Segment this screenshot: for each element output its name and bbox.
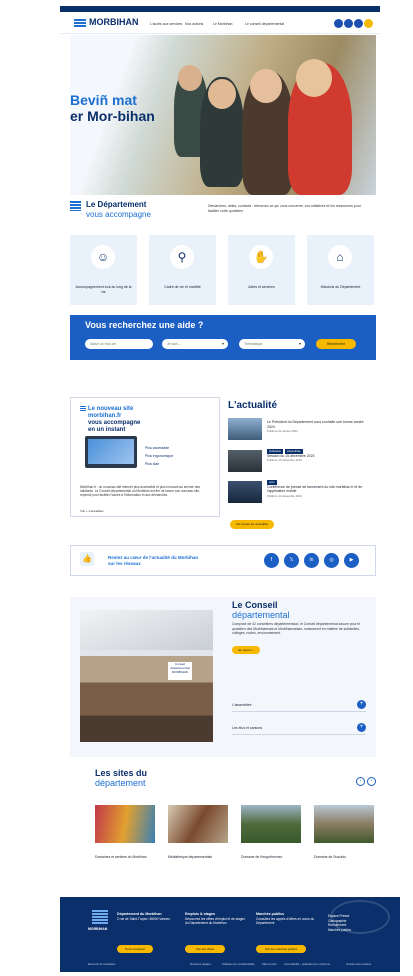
user-icon[interactable] [334, 19, 343, 28]
helping-hand-icon: ✋ [249, 245, 273, 269]
nav-services[interactable]: L'accès aux services [150, 22, 182, 26]
arrow-left-icon[interactable]: ‹ [356, 777, 365, 786]
search-button[interactable]: Rechercher [316, 339, 356, 349]
laptop-illustration [85, 436, 137, 468]
card-cadre-de-vie[interactable]: ⚲ Cadre de vie et mobilité [149, 235, 216, 305]
newsletter-link[interactable]: Recevoir la newsletter [88, 962, 116, 966]
news-image[interactable] [228, 418, 262, 440]
twitter-icon[interactable]: 𝕏 [284, 553, 299, 568]
site-image[interactable] [241, 805, 301, 843]
site-image[interactable] [168, 805, 228, 843]
department-heading: Le Département vous accompagne [86, 200, 151, 219]
all-news-button[interactable]: Voir toutes les actualités [230, 520, 274, 529]
footer-brand[interactable]: MORBIHAN [88, 927, 107, 931]
promo-item: Plus clair [145, 462, 160, 466]
footer-col-contact: Département du Morbihan 2 rue de Saint-T… [117, 912, 170, 921]
plus-icon: + [357, 723, 366, 732]
nav-conseil[interactable]: Le conseil départemental [245, 22, 284, 26]
footer-links: Espace Presse Cartographie Recrutement M… [328, 914, 352, 932]
footer-bottom-link[interactable]: Politique de confidentialité [222, 962, 255, 966]
footer-bottom-link[interactable]: Accessibilité : partiellement conforme [284, 962, 330, 966]
decorative-wave [312, 594, 372, 624]
sites-title: Les sites du département [95, 768, 148, 788]
accordion-elected[interactable]: Les élus et cantons + [232, 721, 366, 735]
news-title: L'actualité [228, 400, 278, 411]
chevron-down-icon: ▾ [221, 341, 224, 346]
social-text: Restez au cœur de l'actualité du Morbiha… [108, 555, 199, 566]
arrow-right-icon[interactable]: › [367, 777, 376, 786]
promo-title: Le nouveau site morbihan.fr vous accompa… [88, 406, 141, 433]
family-icon: ☺ [91, 245, 115, 269]
facebook-icon[interactable]: f [264, 553, 279, 568]
site-image[interactable] [314, 805, 374, 843]
contact-button[interactable]: Nous contacter [117, 945, 153, 953]
footer-bottom-link[interactable]: Plan du site [262, 962, 277, 966]
news-item[interactable]: Institution Assemblée Session du 15 décem… [267, 449, 369, 463]
promo-item: Plus accessible [145, 446, 170, 450]
council-description: Composé de 42 conseillers départementaux… [232, 622, 361, 635]
council-more-button[interactable]: En savoir + [232, 646, 260, 654]
news-item[interactable]: Le Président du Département vous souhait… [267, 420, 369, 434]
card-missions[interactable]: ⌂ Missions du Département [307, 235, 374, 305]
footer-logo-icon [92, 910, 108, 924]
waves-icon [70, 201, 81, 211]
department-description: Démarches, aides, contacts : retrouvez c… [208, 204, 361, 213]
thumbs-up-icon: 👍 [80, 552, 94, 566]
bike-icon: ⚲ [170, 245, 194, 269]
promo-link[interactable]: Voir + d'actualités [80, 509, 104, 513]
footer-col-jobs: Emplois & stages Découvrez les offres d'… [185, 912, 245, 925]
card-accompagnement[interactable]: ☺ Accompagnement tout au long de la vie [70, 235, 137, 305]
site-label[interactable]: Médiathèque départementale [168, 855, 230, 860]
site-label[interactable]: Domaine de Kerguéhennec [241, 855, 303, 860]
linkedin-icon[interactable]: in [304, 553, 319, 568]
nav-morbihan[interactable]: Le Morbihan [213, 22, 232, 26]
plus-icon: + [357, 700, 366, 709]
footer-bottom-link[interactable]: Mentions légales [190, 962, 211, 966]
waves-icon [80, 406, 86, 412]
jobs-button[interactable]: Voir les offres [185, 945, 225, 953]
keyword-input[interactable]: Saisir un mot-clé [85, 339, 153, 349]
chevron-down-icon: ▾ [298, 341, 301, 346]
hero-title-line2: er Mor-bihan [70, 108, 155, 124]
youtube-icon[interactable]: ▶ [344, 553, 359, 568]
news-item[interactable]: Actu Conférence de presse de lancement d… [267, 480, 369, 498]
site-label[interactable]: Domaines et sentiers du Morbihan [95, 855, 157, 860]
theme-select[interactable]: Thématique ▾ [239, 339, 305, 349]
markets-button[interactable]: Voir les marchés publics [256, 945, 306, 953]
accessibility-icon[interactable] [344, 19, 353, 28]
accordion-assembly[interactable]: L'assemblée + [232, 698, 366, 712]
building-icon: ⌂ [328, 245, 352, 269]
council-photo: Conseil départemental MORBIHAN [80, 610, 213, 742]
nav-actions[interactable]: Nos actions [185, 22, 203, 26]
search-icon[interactable] [364, 19, 373, 28]
promo-item: Plus ergonomique [145, 454, 174, 458]
site-logo[interactable]: MORBIHAN [74, 17, 139, 27]
council-title: Le Conseil départemental [232, 600, 290, 620]
profile-select[interactable]: Je suis... ▾ [162, 339, 228, 349]
site-image[interactable] [95, 805, 155, 843]
search-title: Vous recherchez une aide ? [85, 320, 204, 330]
promo-text: Morbihan.fr : un nouveau site internet p… [80, 485, 200, 498]
logo-waves-icon [74, 18, 86, 27]
news-image[interactable] [228, 481, 262, 503]
news-image[interactable] [228, 450, 262, 472]
menu-icon[interactable] [354, 19, 363, 28]
footer-col-markets: Marchés publics Consultez les appels d'o… [256, 912, 315, 925]
card-aides[interactable]: ✋ Aides et services [228, 235, 295, 305]
hero-title-line1: Beviñ mat [70, 92, 137, 108]
instagram-icon[interactable]: ◎ [324, 553, 339, 568]
site-label[interactable]: Domaine de Suscinio [314, 855, 376, 860]
hero-title: Beviñ mat er Mor-bihan [70, 92, 155, 124]
footer-bottom-link[interactable]: Gestion des cookies [346, 962, 371, 966]
